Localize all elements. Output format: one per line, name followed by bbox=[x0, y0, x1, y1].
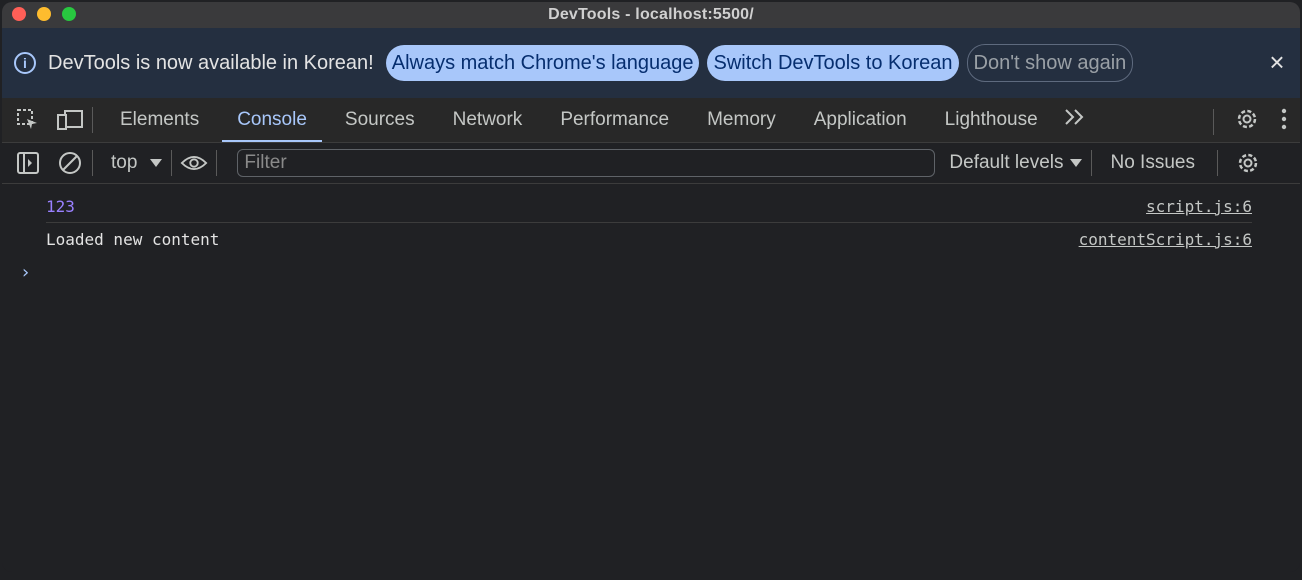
always-match-language-button[interactable]: Always match Chrome's language bbox=[385, 45, 700, 81]
tabbar-actions bbox=[1213, 106, 1288, 137]
title-bar: DevTools - localhost:5500/ bbox=[2, 2, 1300, 28]
issues-counter[interactable]: No Issues bbox=[1110, 152, 1194, 174]
settings-gear-icon[interactable] bbox=[1234, 106, 1260, 137]
dont-show-again-button[interactable]: Don't show again bbox=[966, 44, 1134, 82]
inspect-element-icon[interactable] bbox=[14, 106, 42, 134]
divider bbox=[1213, 108, 1214, 135]
sidebar-toggle-icon[interactable] bbox=[14, 149, 42, 177]
clear-console-icon[interactable] bbox=[56, 149, 84, 177]
console-message: 123 script.js:6 bbox=[46, 190, 1252, 223]
panel-tab-bar: Elements Console Sources Network Perform… bbox=[2, 98, 1300, 143]
divider bbox=[1091, 150, 1093, 176]
context-selector[interactable]: top bbox=[111, 152, 163, 174]
switch-to-korean-button[interactable]: Switch DevTools to Korean bbox=[707, 45, 959, 81]
tab-console[interactable]: Console bbox=[218, 98, 326, 142]
console-output: 123 script.js:6 Loaded new content conte… bbox=[2, 184, 1300, 572]
infobar-message: DevTools is now available in Korean! bbox=[48, 51, 374, 74]
source-link[interactable]: script.js:6 bbox=[1146, 197, 1252, 216]
close-window-button[interactable] bbox=[12, 7, 26, 21]
window-controls bbox=[12, 7, 76, 21]
language-infobar: i DevTools is now available in Korean! A… bbox=[2, 28, 1300, 98]
tab-elements[interactable]: Elements bbox=[101, 98, 218, 142]
more-tabs-icon[interactable] bbox=[1063, 107, 1087, 133]
divider bbox=[171, 150, 173, 176]
tab-sources[interactable]: Sources bbox=[326, 98, 434, 142]
tab-memory[interactable]: Memory bbox=[688, 98, 795, 142]
tab-lighthouse[interactable]: Lighthouse bbox=[926, 98, 1057, 142]
console-message-text: Loaded new content bbox=[46, 229, 220, 249]
tab-network[interactable]: Network bbox=[434, 98, 542, 142]
kebab-menu-icon[interactable] bbox=[1280, 107, 1288, 136]
divider bbox=[92, 150, 93, 176]
live-expression-eye-icon[interactable] bbox=[180, 149, 208, 177]
source-link[interactable]: contentScript.js:6 bbox=[1079, 230, 1252, 249]
tab-application[interactable]: Application bbox=[795, 98, 926, 142]
window-title: DevTools - localhost:5500/ bbox=[548, 6, 754, 23]
info-icon: i bbox=[14, 52, 36, 74]
minimize-window-button[interactable] bbox=[37, 7, 51, 21]
log-levels-dropdown[interactable]: Default levels bbox=[949, 152, 1083, 174]
divider bbox=[1216, 150, 1218, 176]
console-toolbar: top Default levels No Issues bbox=[2, 143, 1300, 184]
device-toolbar-icon[interactable] bbox=[56, 106, 84, 134]
console-message-text: 123 bbox=[46, 196, 75, 216]
divider bbox=[92, 107, 93, 133]
devtools-window: DevTools - localhost:5500/ i DevTools is… bbox=[2, 2, 1300, 572]
console-settings-gear-icon[interactable] bbox=[1234, 149, 1262, 177]
context-selector-label: top bbox=[111, 152, 138, 173]
console-prompt[interactable]: › bbox=[20, 262, 31, 283]
log-levels-label: Default levels bbox=[949, 152, 1064, 173]
divider bbox=[216, 150, 218, 176]
filter-input[interactable] bbox=[237, 149, 936, 177]
caret-down-icon bbox=[149, 152, 163, 174]
maximize-window-button[interactable] bbox=[62, 7, 76, 21]
caret-down-icon bbox=[1069, 152, 1083, 174]
close-icon[interactable]: × bbox=[1266, 49, 1288, 75]
console-message: Loaded new content contentScript.js:6 bbox=[46, 223, 1252, 255]
tab-performance[interactable]: Performance bbox=[541, 98, 688, 142]
